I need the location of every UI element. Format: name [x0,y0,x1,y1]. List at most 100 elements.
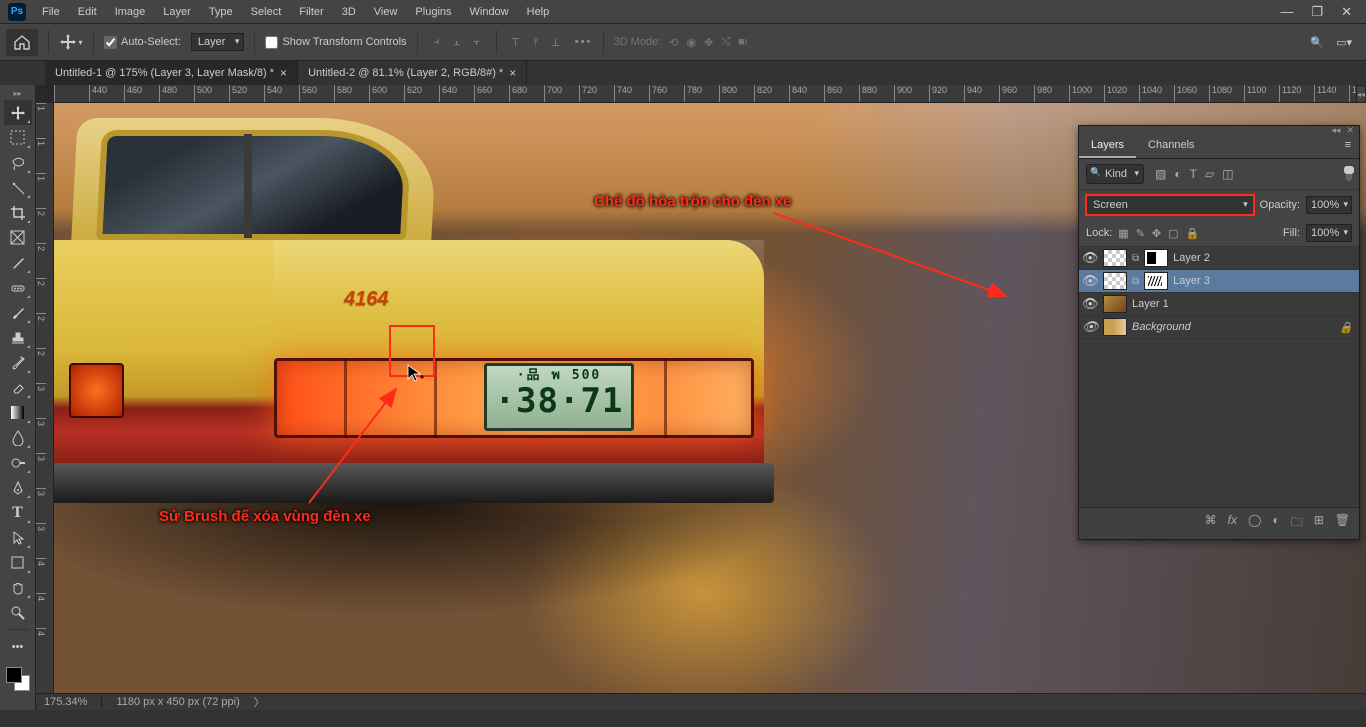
layer-thumb[interactable] [1103,272,1127,290]
close-button[interactable]: ✕ [1341,4,1352,20]
workspace-icon[interactable]: ▭▾ [1336,36,1352,49]
link-layers-icon[interactable]: ⌘ [1205,513,1217,534]
status-arrow-icon[interactable]: 〉 [254,694,265,710]
opacity-input[interactable]: 100% [1306,196,1352,214]
layer-thumb[interactable] [1103,295,1127,313]
filter-smart-icon[interactable]: ◫ [1222,167,1233,181]
gradient-tool[interactable] [4,400,32,425]
filter-pixel-icon[interactable]: ▧ [1155,167,1166,181]
color-swatches[interactable] [4,665,32,693]
layer-thumb[interactable] [1103,249,1127,267]
auto-select-target[interactable]: Layer [191,33,245,51]
menu-edit[interactable]: Edit [70,2,105,22]
align-left-icon[interactable]: ⫞ [428,33,446,51]
hand-tool[interactable] [4,575,32,600]
lock-artboard-icon[interactable]: ▢ [1168,227,1178,240]
visibility-toggle[interactable]: 👁 [1082,319,1098,335]
filter-shape-icon[interactable]: ▱ [1205,167,1214,181]
path-select-tool[interactable] [4,525,32,550]
ruler-vertical[interactable]: 1112222233333444 [36,103,54,710]
filter-adjust-icon[interactable]: ◐ [1174,167,1181,181]
menu-plugins[interactable]: Plugins [407,2,459,22]
3d-slide-icon[interactable]: ⤭ [721,36,730,49]
layer-name[interactable]: Layer 2 [1173,252,1356,264]
layer-name[interactable]: Layer 3 [1173,275,1356,287]
layer-thumb[interactable] [1103,318,1127,336]
3d-orbit-icon[interactable]: ⟲ [669,36,678,49]
3d-roll-icon[interactable]: ◉ [686,36,696,49]
layer-row-layer2[interactable]: 👁 ⧉ Layer 2 [1079,247,1359,270]
visibility-toggle[interactable]: 👁 [1082,250,1098,266]
visibility-toggle[interactable]: 👁 [1082,296,1098,312]
menu-file[interactable]: File [34,2,68,22]
new-layer-icon[interactable]: ⊞ [1314,513,1324,534]
panel-grip[interactable]: ◂◂✕ [1079,126,1359,134]
mask-thumb[interactable] [1144,272,1168,290]
close-icon[interactable]: × [280,66,287,80]
menu-view[interactable]: View [366,2,406,22]
healing-tool[interactable] [4,275,32,300]
minimize-button[interactable]: — [1280,4,1293,20]
dodge-tool[interactable] [4,450,32,475]
move-tool[interactable] [4,100,32,125]
adjustment-icon[interactable]: ◐ [1272,513,1279,534]
align-bottom-icon[interactable]: ⊥ [547,33,565,51]
shape-tool[interactable] [4,550,32,575]
align-top-icon[interactable]: ⊤ [507,33,525,51]
more-align-icon[interactable]: ••• [575,33,593,51]
doc-tab-1[interactable]: Untitled-1 @ 175% (Layer 3, Layer Mask/8… [45,61,298,85]
layer-name[interactable]: Layer 1 [1132,298,1356,310]
edit-toolbar[interactable]: ••• [4,634,32,659]
zoom-tool[interactable] [4,600,32,625]
wand-tool[interactable] [4,175,32,200]
filter-toggle[interactable] [1346,167,1352,181]
blur-tool[interactable] [4,425,32,450]
home-button[interactable] [6,29,38,56]
menu-type[interactable]: Type [201,2,241,22]
layer-name[interactable]: Background [1132,321,1334,333]
3d-zoom-icon[interactable]: ■ι [738,36,747,48]
doc-info[interactable]: 1180 px x 450 px (72 ppi) [116,696,239,708]
pen-tool[interactable] [4,475,32,500]
right-dock-collapse[interactable]: ◂◂ [1356,85,1366,103]
foreground-color[interactable] [6,667,22,683]
menu-filter[interactable]: Filter [291,2,331,22]
menu-layer[interactable]: Layer [155,2,199,22]
layer-row-background[interactable]: 👁 Background 🔒 [1079,316,1359,339]
lock-all-icon[interactable]: 🔒 [1186,227,1200,240]
align-right-icon[interactable]: ⫟ [468,33,486,51]
zoom-level[interactable]: 175.34% [44,696,87,708]
menu-select[interactable]: Select [243,2,290,22]
align-middle-icon[interactable]: ⫯ [527,33,545,51]
blend-mode-select[interactable]: Screen [1086,195,1254,215]
menu-help[interactable]: Help [519,2,558,22]
lasso-tool[interactable] [4,150,32,175]
filter-type-icon[interactable]: T [1190,167,1197,181]
mask-thumb[interactable] [1144,249,1168,267]
align-center-h-icon[interactable]: ⫠ [448,33,466,51]
menu-image[interactable]: Image [107,2,154,22]
layer-row-layer3[interactable]: 👁 ⧉ Layer 3 [1079,270,1359,293]
lock-position-icon[interactable]: ✥ [1152,227,1161,240]
type-tool[interactable]: T [4,500,32,525]
close-icon[interactable]: × [509,66,516,80]
lock-transparent-icon[interactable]: ▦ [1118,227,1128,240]
visibility-toggle[interactable]: 👁 [1082,273,1098,289]
tab-channels[interactable]: Channels [1136,134,1206,158]
toolbox-expand[interactable]: ▸▸ [13,89,21,98]
layer-kind-filter[interactable]: Kind [1086,164,1144,184]
lock-pixels-icon[interactable]: ✎ [1136,227,1145,240]
search-icon[interactable]: 🔍 [1310,36,1324,49]
auto-select-checkbox[interactable]: Auto-Select: [104,36,181,49]
fill-input[interactable]: 100% [1306,224,1352,242]
menu-window[interactable]: Window [462,2,517,22]
marquee-tool[interactable] [4,125,32,150]
brush-tool[interactable] [4,300,32,325]
doc-tab-2[interactable]: Untitled-2 @ 81.1% (Layer 2, RGB/8#) * × [298,61,527,85]
move-tool-indicator[interactable]: ▾ [59,30,83,54]
mask-link-icon[interactable]: ⧉ [1132,253,1139,264]
frame-tool[interactable] [4,225,32,250]
panel-menu-icon[interactable]: ≡ [1337,134,1359,158]
group-icon[interactable]: 🗀 [1291,513,1303,534]
eraser-tool[interactable] [4,375,32,400]
